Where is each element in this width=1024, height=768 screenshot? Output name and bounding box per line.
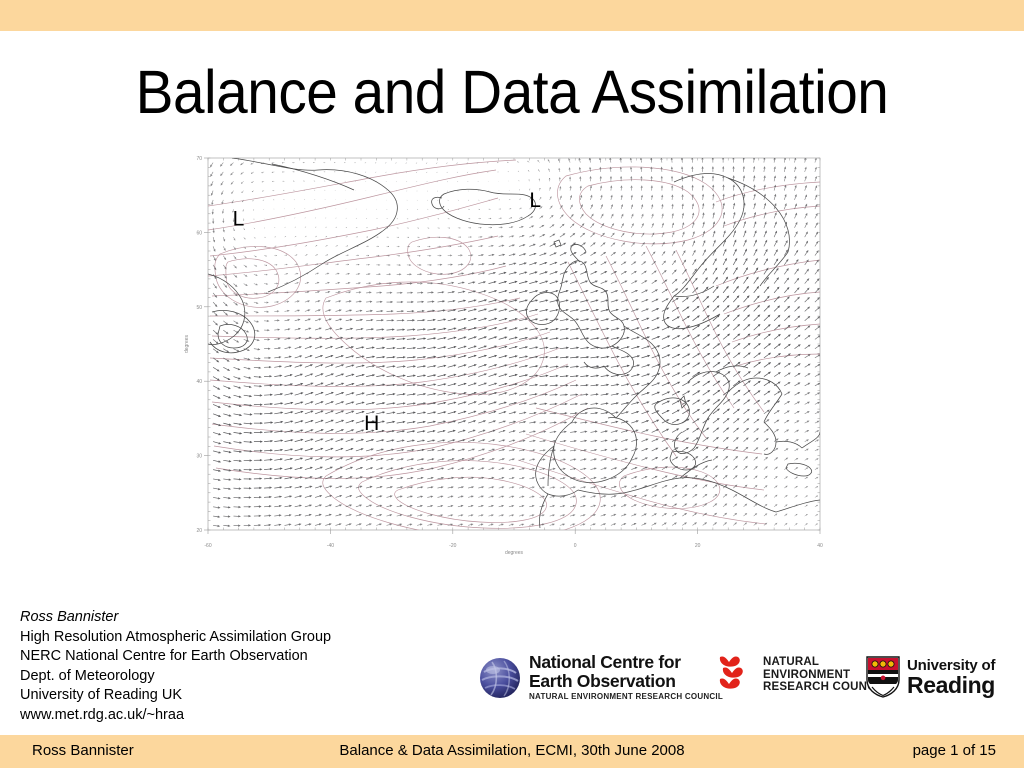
synoptic-chart-figure: L L H -60 -40 -20 0 20 40 20 30 40 50 60 70 degree… [176,146,836,566]
page-title: Balance and Data Assimilation [135,58,889,126]
reading-line1: University of [907,656,996,674]
high-label: H [364,412,379,435]
nceo-logo: National Centre for Earth Observation NA… [478,652,724,701]
x-tick-label: -20 [449,543,456,549]
reading-line2: Reading [907,671,995,698]
nerc-chevron-icon [719,656,743,689]
y-tick-label: 70 [196,156,202,162]
logo-row: National Centre for Earth Observation NA… [478,650,1013,712]
x-tick-label: 0 [574,543,577,549]
author-name: Ross Bannister [20,609,119,625]
x-tick-label: 40 [817,543,823,549]
x-tick-label: 20 [695,543,701,549]
y-tick-label: 20 [196,528,202,534]
footer-title: Balance & Data Assimilation, ECMI, 30th … [339,742,685,759]
author-website[interactable]: www.met.rdg.ac.uk/~hraa [20,706,450,726]
low-label-northeast: L [529,189,541,212]
author-group: High Resolution Atmospheric Assimilation… [20,628,332,645]
x-tick-label: -60 [204,543,211,549]
low-label-west: L [233,208,245,231]
x-tick-label: -40 [327,543,334,549]
slide-footer: Ross Bannister Balance & Data Assimilati… [0,735,1024,768]
slide: Balance and Data Assimilation L L H -60 … [0,0,1024,768]
y-tick-label: 50 [196,305,202,311]
y-tick-label: 30 [196,454,202,460]
author-block: Ross Bannister High Resolution Atmospher… [20,608,450,726]
globe-icon [480,657,520,698]
top-banner [0,0,1024,31]
nceo-line1: National Centre for [529,652,681,672]
author-department: Dept. of Meteorology [20,667,155,684]
y-axis-title: degrees [184,334,190,353]
reading-logo: University of Reading [866,656,995,698]
nceo-line2: Earth Observation [529,670,676,691]
nceo-subtitle: NATURAL ENVIRONMENT RESEARCH COUNCIL [529,692,724,701]
shield-crest-icon [866,656,900,698]
x-axis-title: degrees [505,550,524,556]
author-university: University of Reading UK [20,687,182,704]
y-tick-label: 60 [196,230,202,236]
author-centre: NERC National Centre for Earth Observati… [20,648,308,665]
nerc-logo: NATURAL ENVIRONMENT RESEARCH COUNCIL [716,654,886,696]
footer-page-number: page 1 of 15 [912,742,996,759]
y-tick-label: 40 [196,379,202,385]
